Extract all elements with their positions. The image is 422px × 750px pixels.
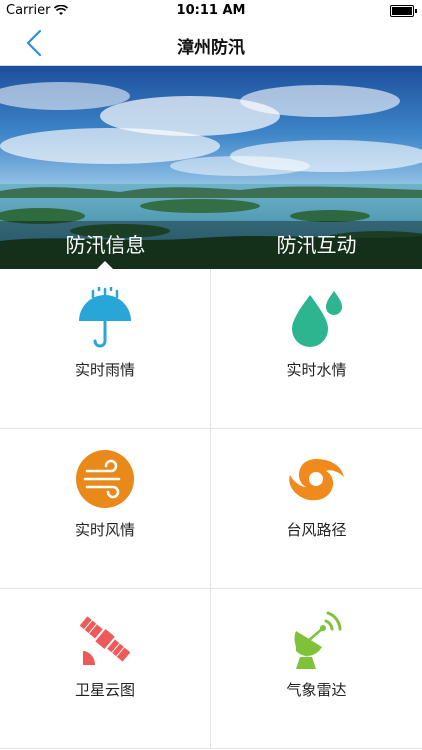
selected-tab-indicator bbox=[97, 261, 113, 269]
feature-grid: 实时雨情 实时水情 实时风情 台风路径 卫星云图 气象雷达 bbox=[0, 269, 422, 750]
grid-item-label: 实时水情 bbox=[286, 361, 347, 379]
grid-item-label: 卫星云图 bbox=[74, 681, 135, 699]
hero-banner: 防汛信息 防汛互动 bbox=[0, 66, 422, 269]
umbrella-rain-icon bbox=[79, 287, 131, 348]
section-tabs: 防汛信息 防汛互动 bbox=[0, 221, 422, 269]
grid-item-typhoon[interactable]: 台风路径 bbox=[211, 429, 422, 589]
grid-item-rainfall[interactable]: 实时雨情 bbox=[0, 269, 211, 429]
water-drops-icon bbox=[292, 291, 342, 347]
grid-item-water-level[interactable]: 实时水情 bbox=[211, 269, 422, 429]
status-bar: Carrier 10:11 AM bbox=[0, 0, 422, 22]
grid-item-label: 台风路径 bbox=[286, 521, 347, 539]
battery-icon bbox=[390, 5, 417, 17]
satellite-icon bbox=[79, 616, 131, 665]
radar-dish-icon bbox=[294, 611, 342, 669]
grid-item-weather-radar[interactable]: 气象雷达 bbox=[211, 589, 422, 749]
grid-item-label: 气象雷达 bbox=[286, 681, 347, 699]
typhoon-icon bbox=[289, 459, 344, 501]
status-time: 10:11 AM bbox=[176, 3, 246, 18]
tab-flood-interaction[interactable]: 防汛互动 bbox=[211, 221, 422, 269]
grid-item-wind[interactable]: 实时风情 bbox=[0, 429, 211, 589]
navigation-bar: 漳州防汛 bbox=[0, 22, 422, 66]
wind-icon bbox=[76, 450, 134, 508]
page-title: 漳州防汛 bbox=[177, 38, 245, 58]
grid-item-label: 实时雨情 bbox=[74, 361, 135, 379]
grid-item-satellite-image[interactable]: 卫星云图 bbox=[0, 589, 211, 749]
grid-item-label: 实时风情 bbox=[74, 521, 135, 539]
